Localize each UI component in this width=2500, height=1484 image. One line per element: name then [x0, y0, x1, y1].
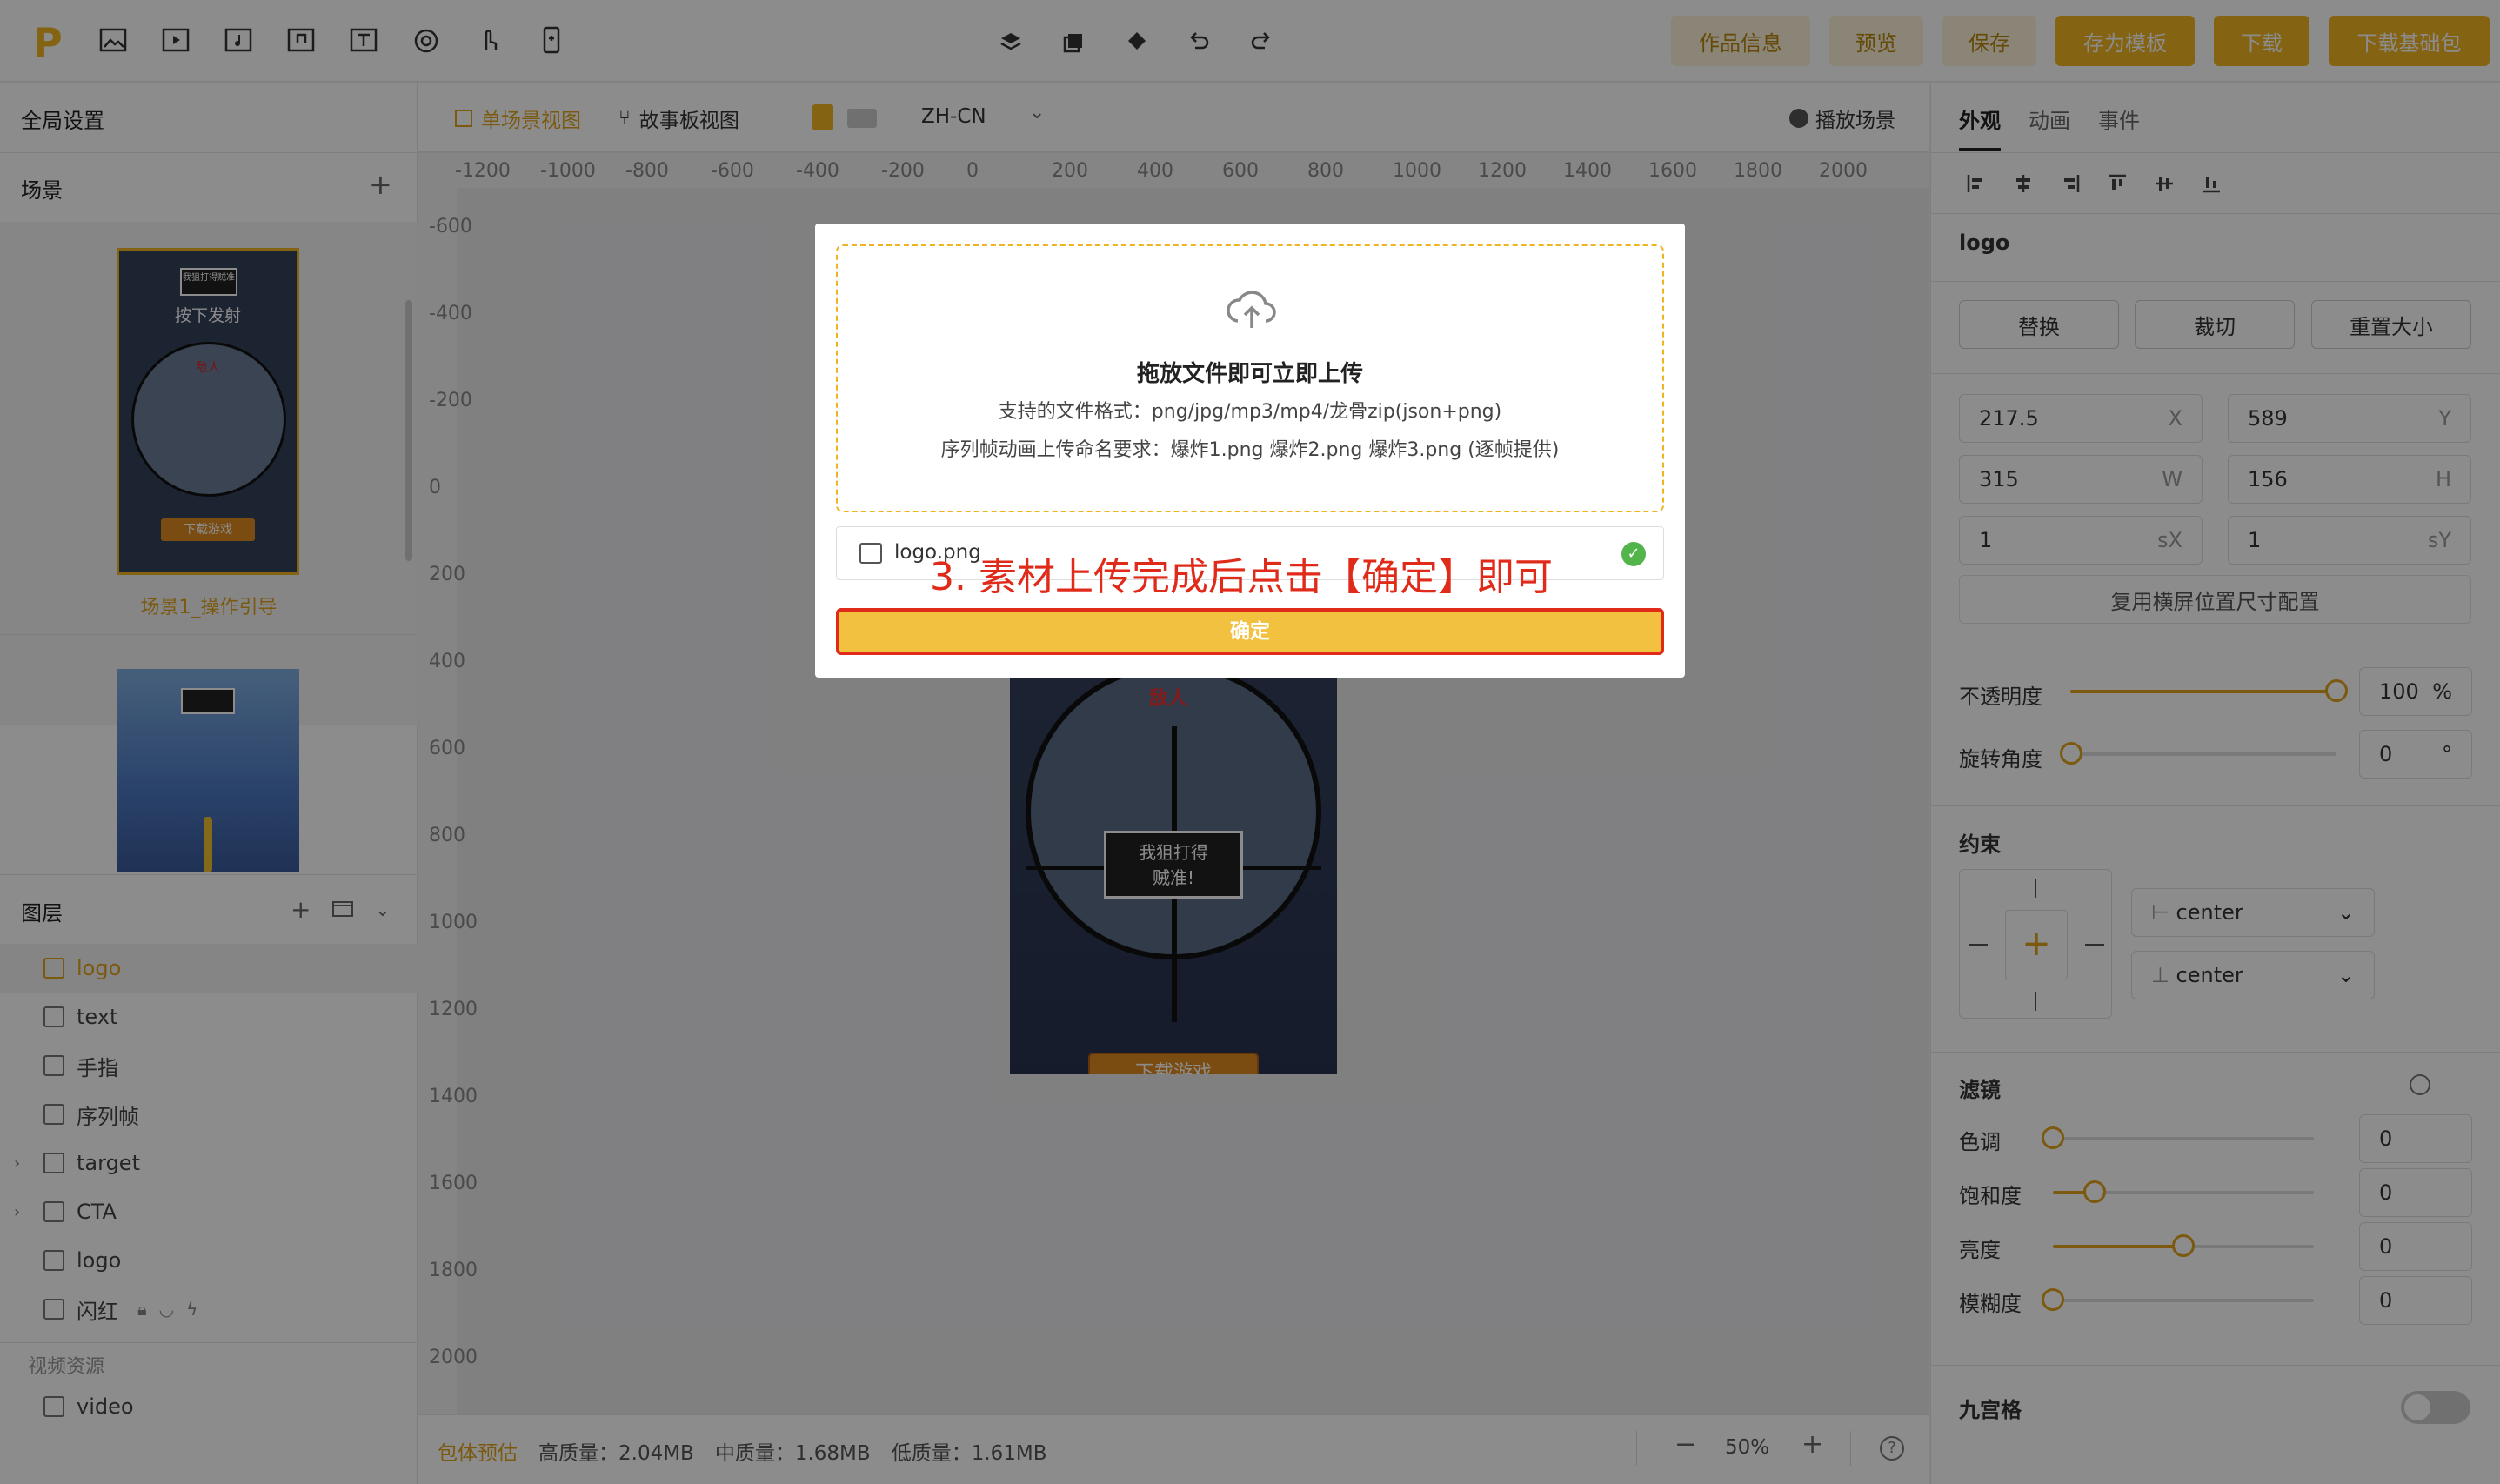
- drop-title: 拖放文件即可立即上传: [1136, 361, 1363, 387]
- image-icon: [859, 543, 882, 564]
- sequence-hint: 序列帧动画上传命名要求：爆炸1.png 爆炸2.png 爆炸3.png (逐帧提…: [940, 439, 1560, 461]
- formats-hint: 支持的文件格式：png/jpg/mp3/mp4/龙骨zip(json+png): [998, 401, 1502, 423]
- tutorial-annotation: 3. 素材上传完成后点击【确定】即可: [930, 555, 1553, 599]
- upload-dialog: 拖放文件即可立即上传 支持的文件格式：png/jpg/mp3/mp4/龙骨zip…: [815, 224, 1685, 678]
- check-icon: ✓: [1621, 542, 1646, 566]
- modal-overlay[interactable]: [0, 0, 2500, 1484]
- confirm-button[interactable]: 确定: [836, 608, 1664, 655]
- cloud-upload-icon: [1226, 286, 1278, 335]
- drop-zone[interactable]: 拖放文件即可立即上传 支持的文件格式：png/jpg/mp3/mp4/龙骨zip…: [836, 244, 1664, 512]
